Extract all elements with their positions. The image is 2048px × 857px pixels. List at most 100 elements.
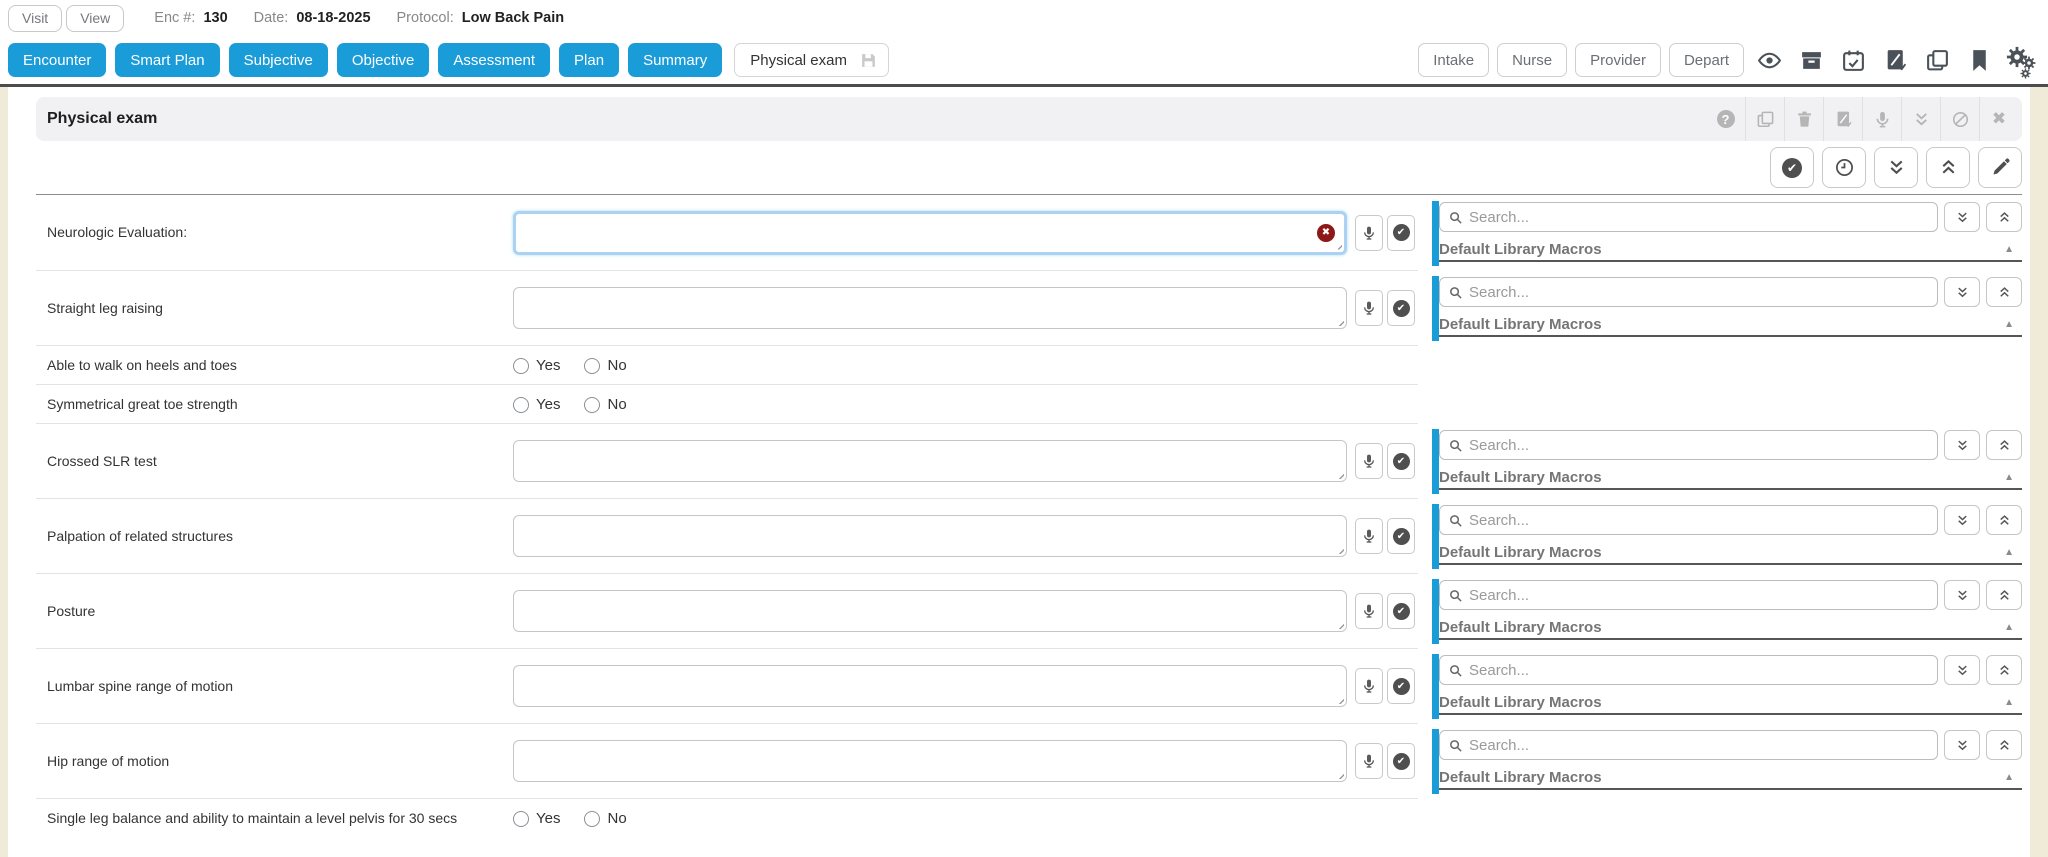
tab-plan[interactable]: Plan (559, 43, 619, 77)
expand-all-button[interactable] (1944, 505, 1980, 535)
copy-icon[interactable] (1745, 97, 1784, 141)
confirm-button[interactable]: ✔ (1387, 668, 1415, 704)
macro-group-header[interactable]: Default Library Macros ▲ (1439, 313, 2022, 337)
tab-objective[interactable]: Objective (337, 43, 430, 77)
expand-all-button[interactable] (1944, 430, 1980, 460)
collapse-all-button[interactable] (1986, 202, 2022, 232)
microphone-button[interactable] (1355, 668, 1383, 704)
lumbar-rom-textarea[interactable] (513, 665, 1347, 707)
microphone-button[interactable] (1355, 443, 1383, 479)
collapse-all-button[interactable] (1986, 277, 2022, 307)
macro-group-header[interactable]: Default Library Macros ▲ (1439, 238, 2022, 262)
macro-group-header[interactable]: Default Library Macros ▲ (1439, 466, 2022, 490)
collapse-all-button[interactable] (1986, 730, 2022, 760)
crossed-slr-test-textarea[interactable] (513, 440, 1347, 482)
expand-all-button[interactable] (1944, 655, 1980, 685)
resize-grip[interactable] (1335, 695, 1344, 704)
nurse-button[interactable]: Nurse (1497, 43, 1567, 77)
microphone-icon[interactable] (1862, 97, 1901, 141)
macro-search-input[interactable] (1469, 437, 1929, 454)
expand-all-button[interactable] (1944, 580, 1980, 610)
resize-grip[interactable] (1335, 470, 1344, 479)
microphone-button[interactable] (1355, 290, 1383, 326)
trash-icon[interactable] (1784, 97, 1823, 141)
palpation-textarea[interactable] (513, 515, 1347, 557)
check-circle-button[interactable]: ✔ (1770, 147, 1814, 188)
macro-group-header[interactable]: Default Library Macros ▲ (1439, 691, 2022, 715)
collapse-all-button[interactable] (1986, 505, 2022, 535)
radio-circle[interactable] (513, 811, 529, 827)
error-icon[interactable]: ✖ (1317, 224, 1335, 242)
expand-all-button[interactable] (1874, 147, 1918, 188)
radio-circle[interactable] (584, 358, 600, 374)
chevron-double-down-icon[interactable] (1901, 97, 1940, 141)
tab-encounter[interactable]: Encounter (8, 43, 106, 77)
archive-box-icon[interactable] (1794, 43, 1828, 77)
radio-circle[interactable] (513, 358, 529, 374)
journal-icon[interactable] (1823, 97, 1862, 141)
bookmark-icon[interactable] (1962, 43, 1996, 77)
confirm-button[interactable]: ✔ (1387, 290, 1415, 326)
eye-icon[interactable] (1752, 43, 1786, 77)
confirm-button[interactable]: ✔ (1387, 593, 1415, 629)
radio-circle[interactable] (584, 811, 600, 827)
radio-circle[interactable] (584, 397, 600, 413)
macro-group-header[interactable]: Default Library Macros ▲ (1439, 766, 2022, 790)
radio-yes[interactable]: Yes (513, 357, 560, 374)
posture-textarea[interactable] (513, 590, 1347, 632)
tab-assessment[interactable]: Assessment (438, 43, 550, 77)
confirm-button[interactable]: ✔ (1387, 743, 1415, 779)
collapse-all-button[interactable] (1926, 147, 1970, 188)
provider-button[interactable]: Provider (1575, 43, 1661, 77)
expand-all-button[interactable] (1944, 277, 1980, 307)
tab-subjective[interactable]: Subjective (229, 43, 328, 77)
confirm-button[interactable]: ✔ (1387, 443, 1415, 479)
radio-no[interactable]: No (584, 396, 626, 413)
resize-grip[interactable] (1335, 545, 1344, 554)
neurologic-evaluation-textarea[interactable]: ✖ (513, 211, 1347, 255)
collapse-all-button[interactable] (1986, 655, 2022, 685)
macro-search-input[interactable] (1469, 737, 1929, 754)
macro-group-header[interactable]: Default Library Macros ▲ (1439, 616, 2022, 640)
radio-circle[interactable] (513, 397, 529, 413)
hip-rom-textarea[interactable] (513, 740, 1347, 782)
tab-summary[interactable]: Summary (628, 43, 722, 77)
radio-yes[interactable]: Yes (513, 810, 560, 827)
expand-all-button[interactable] (1944, 202, 1980, 232)
microphone-button[interactable] (1355, 743, 1383, 779)
collapse-all-button[interactable] (1986, 430, 2022, 460)
macro-search-input[interactable] (1469, 587, 1929, 604)
macro-search-input[interactable] (1469, 209, 1929, 226)
resize-grip[interactable] (1335, 770, 1344, 779)
journal-icon[interactable] (1878, 43, 1912, 77)
depart-button[interactable]: Depart (1669, 43, 1744, 77)
resize-grip[interactable] (1333, 241, 1342, 250)
settings-gears-icon[interactable] (2004, 43, 2038, 77)
resize-grip[interactable] (1335, 317, 1344, 326)
slash-circle-icon[interactable] (1940, 97, 1979, 141)
radio-no[interactable]: No (584, 810, 626, 827)
macro-search-input[interactable] (1469, 284, 1929, 301)
expand-all-button[interactable] (1944, 730, 1980, 760)
collapse-all-button[interactable] (1986, 580, 2022, 610)
radio-yes[interactable]: Yes (513, 396, 560, 413)
microphone-button[interactable] (1355, 215, 1383, 251)
visit-button[interactable]: Visit (8, 5, 62, 32)
microphone-button[interactable] (1355, 593, 1383, 629)
tab-smart-plan[interactable]: Smart Plan (115, 43, 219, 77)
macro-search-input[interactable] (1469, 512, 1929, 529)
edit-pencil-button[interactable] (1978, 147, 2022, 188)
radio-no[interactable]: No (584, 357, 626, 374)
save-icon[interactable] (859, 51, 878, 70)
intake-button[interactable]: Intake (1418, 43, 1489, 77)
macro-group-header[interactable]: Default Library Macros ▲ (1439, 541, 2022, 565)
question-circle-icon[interactable]: ? (1706, 97, 1745, 141)
copy-icon[interactable] (1920, 43, 1954, 77)
microphone-button[interactable] (1355, 518, 1383, 554)
confirm-button[interactable]: ✔ (1387, 518, 1415, 554)
macro-search-input[interactable] (1469, 662, 1929, 679)
straight-leg-raising-textarea[interactable] (513, 287, 1347, 329)
resize-grip[interactable] (1335, 620, 1344, 629)
view-button[interactable]: View (66, 5, 124, 32)
confirm-button[interactable]: ✔ (1387, 215, 1415, 251)
